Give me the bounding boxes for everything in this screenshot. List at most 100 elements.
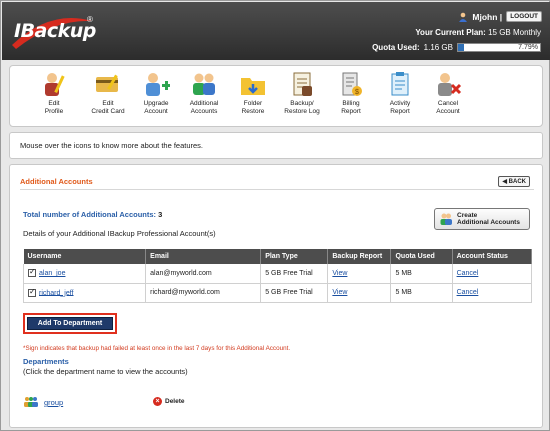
tool-billing-report[interactable]: $ Billing Report — [327, 70, 375, 116]
add-to-department-button[interactable]: Add To Department — [27, 317, 113, 330]
cell-status: Cancel — [452, 283, 533, 303]
row-checkbox[interactable] — [28, 267, 36, 278]
table-row: richard_jeff richard@myworld.com 5 GB Fr… — [22, 283, 533, 303]
tool-edit-profile[interactable]: Edit Profile — [30, 70, 78, 116]
cancel-account-icon — [434, 70, 462, 98]
total-label: Total number of Additional Accounts: — [23, 210, 157, 219]
billing-report-icon: $ — [337, 70, 365, 98]
username-link[interactable]: alan_joe — [39, 270, 65, 277]
activity-report-icon — [386, 70, 414, 98]
plan-label: Your Current Plan: — [415, 28, 486, 37]
quota-progress-bar: 7.79% — [457, 43, 541, 52]
department-row: group × Delete — [23, 396, 223, 410]
tool-backup-restore-log[interactable]: Backup/ Restore Log — [278, 70, 326, 116]
col-account-status: Account Status — [452, 249, 533, 264]
user-area: Mjohn | LOGOUT — [458, 11, 542, 22]
tool-upgrade-account[interactable]: Upgrade Account — [132, 70, 180, 116]
logo-registered-mark: ® — [87, 15, 93, 24]
tool-label-line2: Report — [390, 108, 410, 115]
credit-card-icon — [94, 70, 122, 98]
username: Mjohn | — [472, 11, 503, 22]
view-report-link[interactable]: View — [332, 270, 347, 277]
cell-email: alan@myworld.com — [145, 264, 262, 284]
row-checkbox[interactable] — [28, 287, 36, 297]
username-link[interactable]: richard_jeff — [39, 289, 74, 296]
col-quota-used: Quota Used — [390, 249, 453, 264]
tool-label-line1: Billing — [342, 100, 360, 107]
additional-accounts-icon — [190, 70, 218, 98]
create-label-line2: Additional Accounts — [457, 219, 520, 226]
plan-value: 15 GB Monthly — [488, 28, 541, 37]
delete-label[interactable]: Delete — [165, 398, 185, 405]
additional-accounts-panel: Additional Accounts ◀ BACK Total number … — [9, 164, 543, 428]
cell-status: Cancel — [452, 264, 533, 284]
cancel-account-link[interactable]: Cancel — [457, 289, 479, 296]
col-backup-report: Backup Report — [327, 249, 392, 264]
departments-title: Departments — [23, 357, 69, 366]
tool-label-line2: Credit Card — [91, 108, 125, 115]
create-additional-accounts-button[interactable]: Create Additional Accounts — [434, 208, 530, 230]
tool-label-line2: Restore — [241, 108, 265, 115]
quota-value: 1.16 GB — [423, 43, 453, 52]
quota-percent: 7.79% — [518, 44, 538, 51]
tool-label-line2: Report — [341, 108, 361, 115]
info-bar: Mouse over the icons to know more about … — [9, 132, 543, 159]
divider — [20, 189, 534, 190]
cell-quota: 5 MB — [390, 283, 453, 303]
tool-additional-accounts[interactable]: Additional Accounts — [180, 70, 228, 116]
current-plan: Your Current Plan: 15 GB Monthly — [415, 28, 541, 37]
cell-plan: 5 GB Free Trial — [260, 283, 329, 303]
col-email: Email — [145, 249, 262, 264]
cell-plan: 5 GB Free Trial — [260, 264, 329, 284]
tool-label-line1: Edit — [48, 100, 60, 107]
folder-restore-icon — [239, 70, 267, 98]
total-value: 3 — [158, 210, 163, 219]
quota-label: Quota Used: — [372, 43, 420, 52]
col-plan-type: Plan Type — [260, 249, 329, 264]
tool-activity-report[interactable]: Activity Report — [376, 70, 424, 116]
add-to-department-highlight: Add To Department — [23, 313, 117, 334]
tool-folder-restore[interactable]: Folder Restore — [229, 70, 277, 116]
tool-label-line2: Profile — [44, 108, 64, 115]
upgrade-account-icon — [142, 70, 171, 98]
cell-username: richard_jeff — [22, 283, 147, 303]
department-link-group[interactable]: group — [44, 398, 63, 407]
users-icon — [440, 213, 452, 225]
tool-label-line2: Accounts — [190, 108, 218, 115]
delete-icon[interactable]: × — [153, 397, 162, 406]
quota-progress-fill — [458, 44, 465, 51]
svg-text:$: $ — [355, 89, 359, 96]
view-report-link[interactable]: View — [332, 289, 347, 296]
user-icon — [459, 12, 468, 22]
tool-edit-credit-card[interactable]: Edit Credit Card — [84, 70, 132, 116]
accounts-table: Username Email Plan Type Backup Report Q… — [22, 249, 533, 303]
table-header-row: Username Email Plan Type Backup Report Q… — [23, 249, 533, 264]
logout-button[interactable]: LOGOUT — [506, 11, 542, 22]
total-accounts: Total number of Additional Accounts: 3 — [23, 210, 162, 219]
logo-text: IBackup — [14, 20, 96, 42]
tool-label-line1: Cancel — [437, 100, 459, 107]
table-row: alan_joe alan@myworld.com 5 GB Free Tria… — [22, 264, 533, 284]
tool-label-line2: Account — [436, 108, 460, 115]
create-label-line1: Create — [457, 212, 478, 219]
col-username: Username — [23, 249, 147, 264]
cell-username: alan_joe — [22, 264, 147, 284]
panel-title: Additional Accounts — [20, 177, 93, 186]
cell-email: richard@myworld.com — [145, 283, 262, 303]
cancel-account-link[interactable]: Cancel — [457, 270, 479, 277]
tool-label-line1: Edit — [102, 100, 114, 107]
tool-label-line1: Folder — [243, 100, 263, 107]
details-text: Details of your Additional IBackup Profe… — [23, 229, 216, 238]
cell-quota: 5 MB — [390, 264, 453, 284]
tool-label-line2: Account — [144, 108, 168, 115]
departments-subtitle: (Click the department name to view the a… — [23, 367, 188, 376]
tool-cancel-account[interactable]: Cancel Account — [424, 70, 472, 116]
header: IBackup ® Mjohn | LOGOUT Your Current Pl… — [2, 2, 550, 60]
group-icon — [24, 397, 38, 407]
failure-note: *Sign indicates that backup had failed a… — [23, 345, 291, 352]
back-button[interactable]: ◀ BACK — [498, 176, 530, 187]
backup-log-icon — [288, 70, 316, 98]
tool-label-line1: Backup/ — [290, 100, 314, 107]
cell-report: View — [327, 264, 392, 284]
feature-toolbar: Edit Profile Edit Credit Card Upgrade Ac… — [9, 65, 543, 127]
